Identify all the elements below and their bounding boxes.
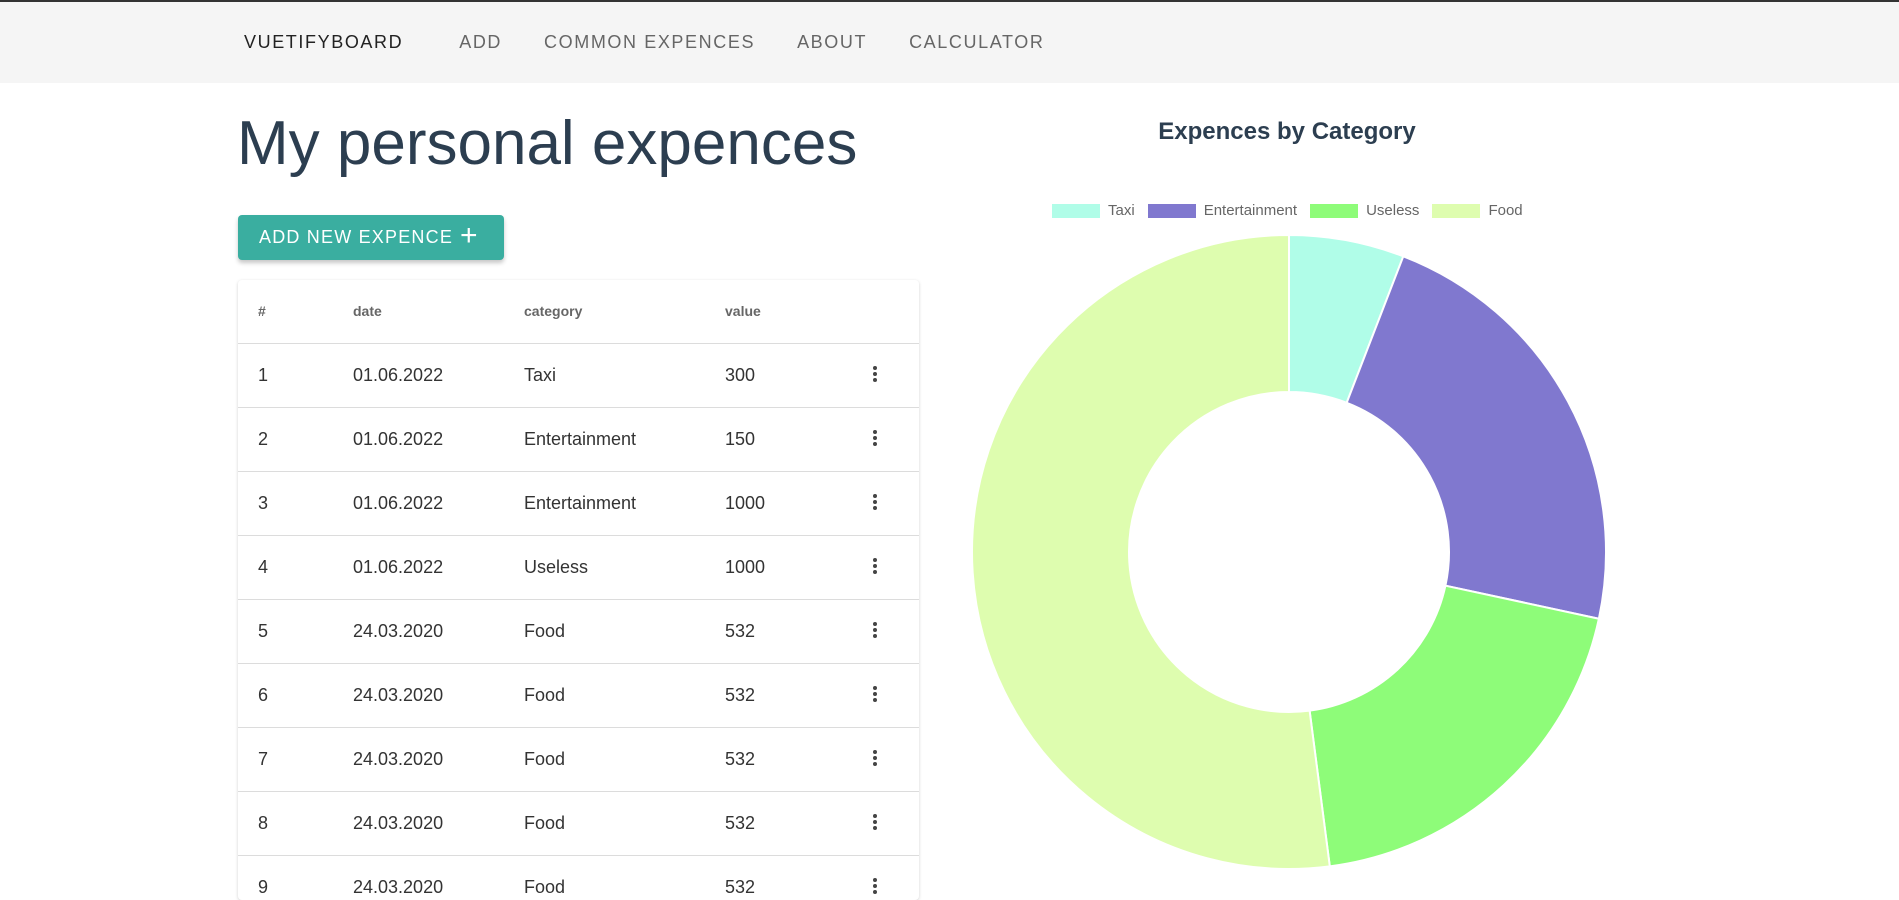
row-date: 24.03.2020 [353, 663, 524, 728]
row-actions [865, 471, 919, 536]
table-row[interactable]: 9 24.03.2020 Food 532 [238, 855, 919, 900]
row-category: Food [524, 791, 725, 856]
row-value: 532 [725, 727, 865, 792]
row-number: 2 [238, 407, 353, 472]
more-vertical-icon[interactable] [865, 491, 885, 511]
expences-table: # date category value 1 01.06.2022 Taxi 300… [238, 280, 919, 900]
row-number: 1 [238, 343, 353, 408]
nav-brand[interactable]: VUETIFYBOARD [230, 32, 417, 53]
more-vertical-icon[interactable] [865, 811, 885, 831]
row-actions [865, 727, 919, 792]
row-number: 8 [238, 791, 353, 856]
legend-swatch [1432, 203, 1481, 218]
nav-item-common-expences[interactable]: COMMON EXPENCES [530, 32, 769, 53]
row-date: 01.06.2022 [353, 471, 524, 536]
more-vertical-icon[interactable] [865, 875, 885, 895]
page-title: My personal expences [237, 109, 858, 178]
row-date: 24.03.2020 [353, 727, 524, 792]
chart-title: Expences by Category [1158, 118, 1416, 145]
more-vertical-icon[interactable] [865, 619, 885, 639]
nav-item-add[interactable]: ADD [445, 32, 516, 53]
row-category: Entertainment [524, 407, 725, 472]
row-actions [865, 663, 919, 728]
header-actions [865, 280, 919, 344]
header-number[interactable]: # [238, 280, 353, 344]
row-category: Food [524, 599, 725, 664]
legend-label: Food [1488, 202, 1523, 219]
row-value: 532 [725, 599, 865, 664]
nav-item-about[interactable]: ABOUT [783, 32, 881, 53]
expences-donut-chart [971, 233, 1607, 870]
row-actions [865, 599, 919, 664]
donut-slice-useless[interactable] [1308, 584, 1601, 868]
row-actions [865, 407, 919, 472]
legend-item[interactable]: Useless [1310, 202, 1419, 219]
header-value[interactable]: value [725, 280, 865, 344]
table-row[interactable]: 5 24.03.2020 Food 532 [238, 599, 919, 664]
legend-item[interactable]: Food [1432, 202, 1523, 219]
row-category: Entertainment [524, 471, 725, 536]
donut-slice-entertainment[interactable] [1345, 255, 1607, 620]
row-date: 24.03.2020 [353, 855, 524, 900]
row-actions [865, 855, 919, 900]
row-value: 1000 [725, 471, 865, 536]
legend-swatch [1052, 203, 1100, 218]
table-row[interactable]: 2 01.06.2022 Entertainment 150 [238, 407, 919, 472]
row-category: Food [524, 663, 725, 728]
nav-item-calculator[interactable]: CALCULATOR [895, 32, 1058, 53]
row-number: 4 [238, 535, 353, 600]
legend-label: Taxi [1108, 202, 1135, 219]
row-value: 532 [725, 791, 865, 856]
row-value: 300 [725, 343, 865, 408]
plus-icon: + [460, 219, 479, 252]
row-actions [865, 343, 919, 408]
header-date[interactable]: date [353, 280, 524, 344]
legend-label: Useless [1366, 202, 1420, 219]
row-value: 532 [725, 855, 865, 900]
table-row[interactable]: 7 24.03.2020 Food 532 [238, 727, 919, 792]
row-category: Food [524, 727, 725, 792]
row-actions [865, 535, 919, 600]
row-number: 7 [238, 727, 353, 792]
table-row[interactable]: 8 24.03.2020 Food 532 [238, 791, 919, 856]
header-category[interactable]: category [524, 280, 725, 344]
more-vertical-icon[interactable] [865, 747, 885, 767]
legend-swatch [1147, 203, 1196, 218]
legend-item[interactable]: Taxi [1052, 202, 1135, 219]
table-row[interactable]: 4 01.06.2022 Useless 1000 [238, 535, 919, 600]
row-number: 6 [238, 663, 353, 728]
legend-label: Entertainment [1203, 202, 1298, 219]
row-category: Taxi [524, 343, 725, 408]
main-nav: VUETIFYBOARD ADD COMMON EXPENCES ABOUT C… [230, 2, 1058, 83]
more-vertical-icon[interactable] [865, 427, 885, 447]
chart-legend: Taxi Entertainment Useless Food [1052, 202, 1536, 219]
row-category: Food [524, 855, 725, 900]
more-vertical-icon[interactable] [865, 555, 885, 575]
top-app-bar: VUETIFYBOARD ADD COMMON EXPENCES ABOUT C… [0, 0, 1899, 83]
row-date: 24.03.2020 [353, 791, 524, 856]
table-row[interactable]: 1 01.06.2022 Taxi 300 [238, 343, 919, 408]
add-new-expence-label: ADD NEW EXPENCE [259, 227, 454, 247]
row-actions [865, 791, 919, 856]
table-row[interactable]: 6 24.03.2020 Food 532 [238, 663, 919, 728]
row-number: 3 [238, 471, 353, 536]
row-value: 150 [725, 407, 865, 472]
legend-item[interactable]: Entertainment [1147, 202, 1298, 219]
table-header-row: # date category value [238, 280, 919, 344]
table-row[interactable]: 3 01.06.2022 Entertainment 1000 [238, 471, 919, 536]
row-value: 1000 [725, 535, 865, 600]
row-date: 01.06.2022 [353, 343, 524, 408]
row-date: 01.06.2022 [353, 535, 524, 600]
row-date: 01.06.2022 [353, 407, 524, 472]
row-value: 532 [725, 663, 865, 728]
row-number: 9 [238, 855, 353, 900]
donut-slice-food[interactable] [971, 233, 1331, 870]
more-vertical-icon[interactable] [865, 363, 885, 383]
add-new-expence-button[interactable]: ADD NEW EXPENCE + [238, 215, 504, 260]
legend-swatch [1310, 203, 1359, 218]
row-number: 5 [238, 599, 353, 664]
row-category: Useless [524, 535, 725, 600]
more-vertical-icon[interactable] [865, 683, 885, 703]
row-date: 24.03.2020 [353, 599, 524, 664]
